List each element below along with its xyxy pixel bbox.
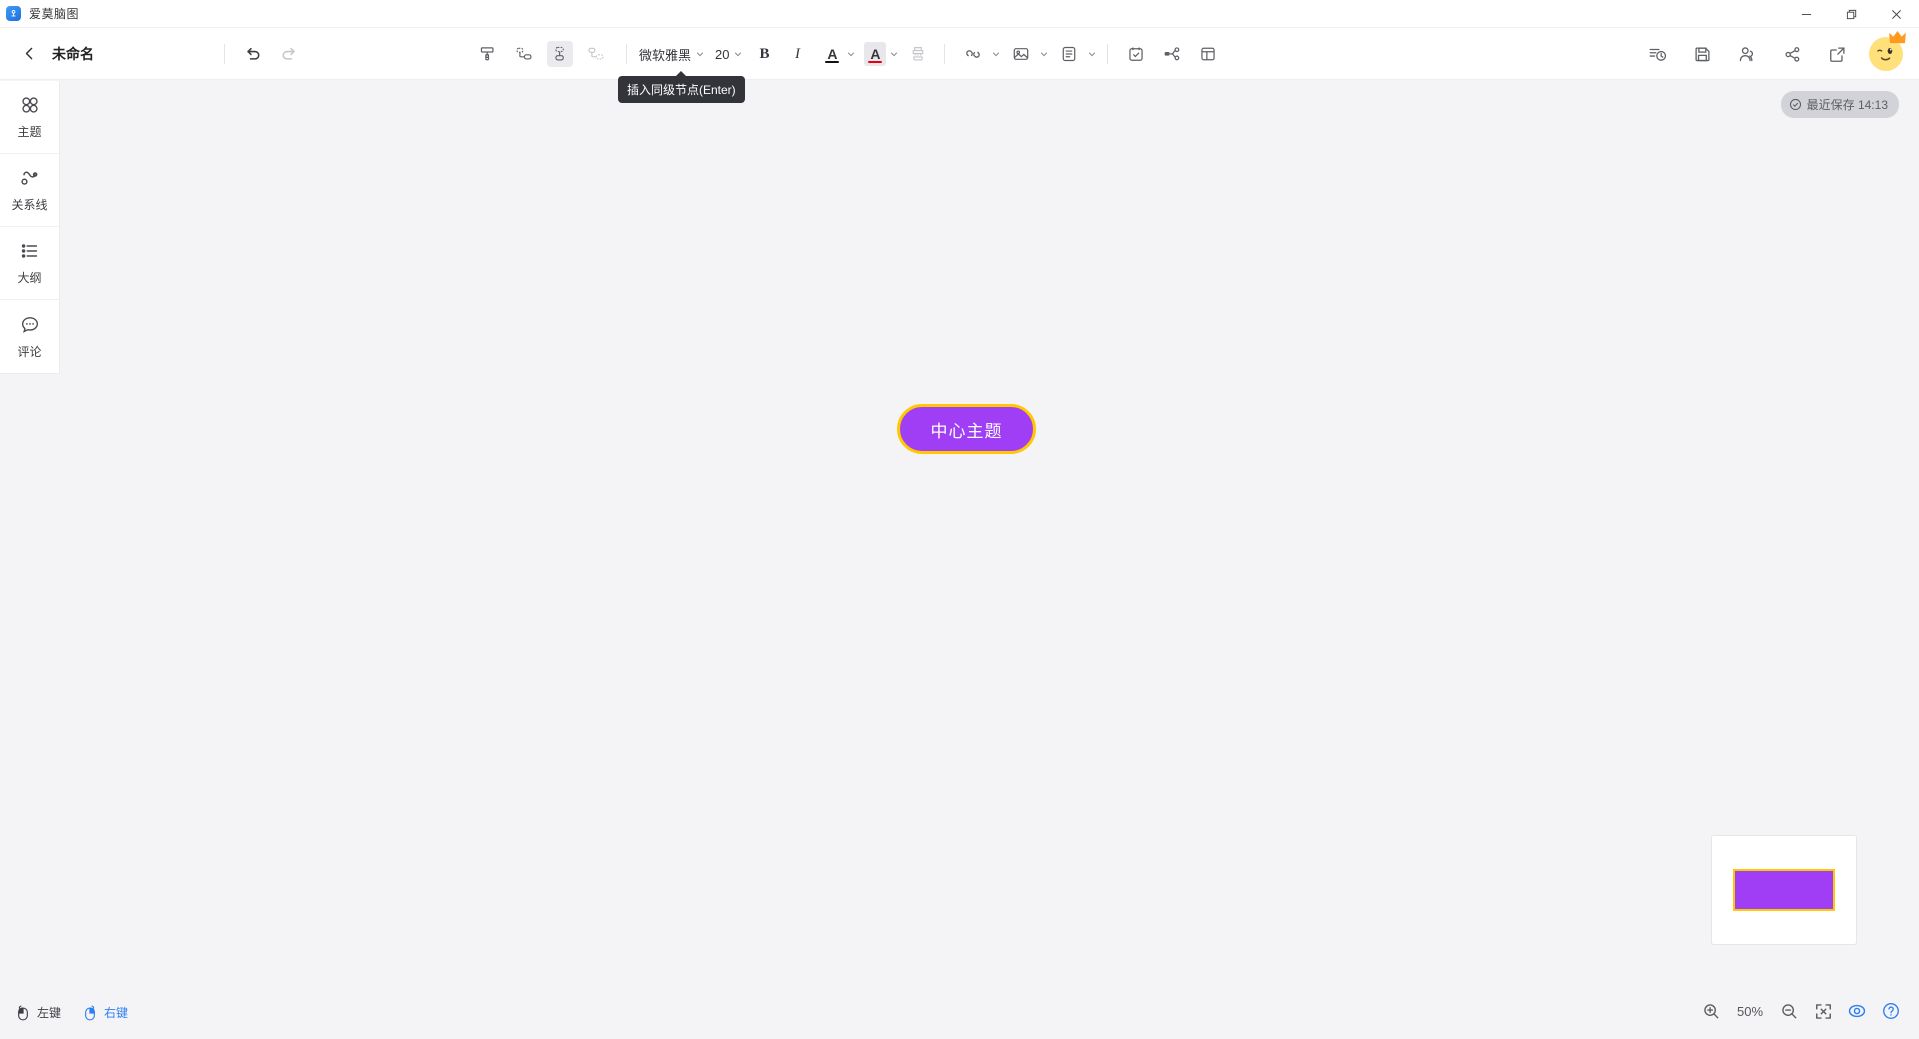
sidebar-item-theme-label: 主题 <box>17 125 42 139</box>
redo-icon[interactable] <box>276 41 302 67</box>
minimap-center-node <box>1733 869 1835 911</box>
theme-grid-icon <box>19 94 41 116</box>
text-color-letter: A <box>827 46 838 62</box>
comment-bubble-icon <box>19 314 41 336</box>
image-icon[interactable] <box>1008 41 1034 67</box>
sidebar-item-outline-label: 大纲 <box>17 271 42 285</box>
mouse-hints: 左键 右键 <box>16 1004 128 1021</box>
format-painter-icon[interactable] <box>475 41 501 67</box>
window-controls <box>1784 0 1919 28</box>
sidebar-item-comment[interactable]: 评论 <box>0 300 59 373</box>
toolbar-divider-4 <box>1107 44 1109 64</box>
sidebar-item-relation-line[interactable]: 关系线 <box>0 154 59 227</box>
highlight-color-button[interactable]: A <box>864 42 887 66</box>
maximize-icon[interactable] <box>1829 0 1874 28</box>
app-title: 爱莫脑图 <box>29 7 80 21</box>
history-icon[interactable] <box>1644 41 1670 67</box>
highlight-color-chevron-down-icon[interactable] <box>889 41 899 67</box>
zoom-out-icon[interactable] <box>1779 1001 1799 1021</box>
font-family-select[interactable]: 微软雅黑 <box>631 45 695 64</box>
image-chevron-down-icon[interactable] <box>1039 41 1049 67</box>
clear-format-brush-icon[interactable] <box>905 41 931 67</box>
relation-node-icon[interactable] <box>1159 41 1185 67</box>
share-icon[interactable] <box>1779 41 1805 67</box>
zoom-in-icon[interactable] <box>1701 1001 1721 1021</box>
center-topic-node[interactable]: 中心主题 <box>897 404 1036 454</box>
mouse-left-click-icon <box>16 1005 30 1021</box>
relation-line-icon <box>19 167 41 189</box>
mouse-right-hint-label: 右键 <box>104 1006 129 1020</box>
link-chevron-down-icon[interactable] <box>991 41 1001 67</box>
mindmap-canvas[interactable]: 最近保存 14:13 中心主题 50% <box>60 81 1919 1039</box>
outline-list-icon <box>19 240 41 262</box>
zoom-level-label: 50% <box>1736 1003 1764 1019</box>
link-icon[interactable] <box>960 41 986 67</box>
font-size-select[interactable]: 20 <box>707 47 733 62</box>
save-floppy-icon[interactable] <box>1689 41 1715 67</box>
toolbar-center-group: 微软雅黑 20 B I A A <box>470 28 1226 80</box>
font-family-chevron-down-icon[interactable] <box>695 41 705 67</box>
save-status-badge: 最近保存 14:13 <box>1780 91 1899 118</box>
note-chevron-down-icon[interactable] <box>1087 41 1097 67</box>
italic-button[interactable]: I <box>786 42 808 66</box>
export-external-icon[interactable] <box>1824 41 1850 67</box>
font-size-chevron-down-icon[interactable] <box>733 41 743 67</box>
minimize-icon[interactable] <box>1784 0 1829 28</box>
close-icon[interactable] <box>1874 0 1919 28</box>
text-color-swatch <box>825 60 840 63</box>
toolbar-divider-3 <box>944 44 946 64</box>
sidebar-item-relation-line-label: 关系线 <box>11 198 48 212</box>
layout-panel-icon[interactable] <box>1195 41 1221 67</box>
text-color-chevron-down-icon[interactable] <box>846 41 856 67</box>
toolbar-right-group <box>1639 28 1906 80</box>
toolbar-divider-1 <box>224 43 225 64</box>
task-calendar-icon[interactable] <box>1123 41 1149 67</box>
zoom-controls: 50% <box>1701 1001 1901 1021</box>
mouse-left-hint[interactable]: 左键 <box>16 1004 61 1021</box>
vip-crown-icon <box>1889 31 1907 45</box>
fit-screen-icon[interactable] <box>1813 1001 1833 1021</box>
center-topic-label: 中心主题 <box>930 421 1003 441</box>
save-status-text: 最近保存 14:13 <box>1806 98 1888 112</box>
minimap-panel[interactable] <box>1711 835 1857 945</box>
main-toolbar: 未命名 微软雅黑 20 B I A A <box>0 28 1919 80</box>
toolbar-left-group: 未命名 <box>0 41 307 67</box>
back-button[interactable] <box>16 41 42 67</box>
collaborators-icon[interactable] <box>1734 41 1760 67</box>
toolbar-divider-2 <box>626 44 627 64</box>
insert-child-node-icon[interactable] <box>511 41 537 67</box>
sidebar-item-theme[interactable]: 主题 <box>0 81 59 154</box>
title-bar: 爱莫脑图 <box>0 0 1919 28</box>
insert-sibling-node-tooltip: 插入同级节点(Enter) <box>618 71 745 103</box>
mouse-left-hint-label: 左键 <box>37 1006 62 1020</box>
help-question-icon[interactable] <box>1881 1001 1901 1021</box>
mouse-right-hint[interactable]: 右键 <box>83 1004 128 1021</box>
user-avatar[interactable] <box>1869 31 1906 71</box>
mindmap-app-icon <box>6 6 21 21</box>
insert-sibling-node-icon[interactable] <box>547 41 573 67</box>
left-sidebar: 主题 关系线 大纲 评论 <box>0 81 60 374</box>
highlight-color-swatch <box>868 60 883 63</box>
check-circle-icon <box>1789 98 1802 111</box>
eye-preview-icon[interactable] <box>1847 1001 1867 1021</box>
document-title[interactable]: 未命名 <box>52 44 94 64</box>
highlight-color-letter: A <box>870 46 881 62</box>
note-icon[interactable] <box>1056 41 1082 67</box>
sidebar-item-outline[interactable]: 大纲 <box>0 227 59 300</box>
text-color-button[interactable]: A <box>821 42 843 66</box>
mouse-right-click-icon <box>83 1005 97 1021</box>
bold-button[interactable]: B <box>753 42 775 66</box>
sidebar-item-comment-label: 评论 <box>17 344 42 359</box>
insert-parent-node-icon[interactable] <box>583 41 609 67</box>
undo-icon[interactable] <box>240 41 266 67</box>
